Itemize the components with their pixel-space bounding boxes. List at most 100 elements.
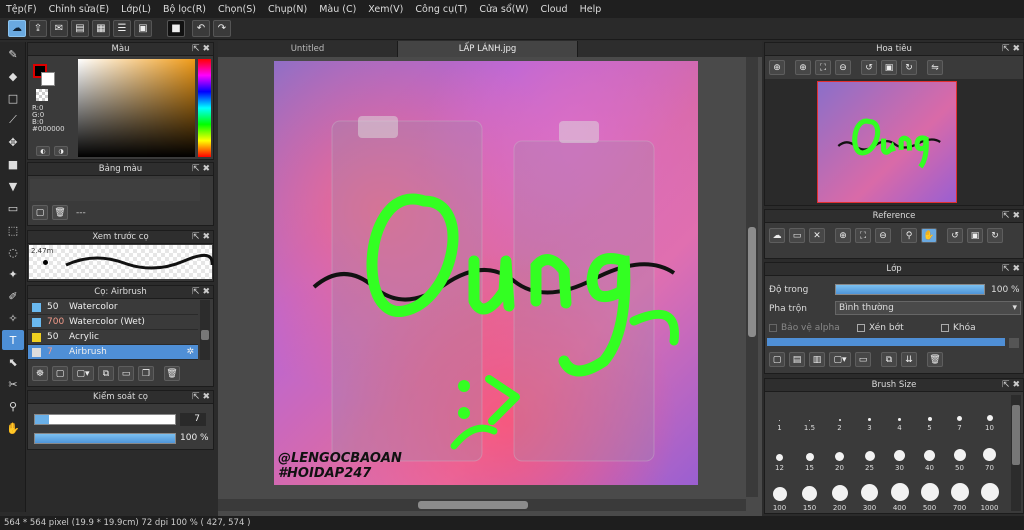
select-eraser-icon[interactable]: ✧ (2, 308, 24, 328)
brush-size-option[interactable]: 5 (917, 392, 942, 432)
redo-icon[interactable]: ↷ (213, 20, 231, 37)
dark-icon[interactable]: ■ (167, 20, 185, 37)
layer-list-scrollbar[interactable] (1009, 338, 1019, 348)
hue-slider[interactable] (198, 59, 211, 157)
menu-item-1[interactable]: Chỉnh sửa(E) (43, 4, 116, 15)
comment-icon[interactable]: ▤ (71, 20, 89, 37)
new-brush-icon[interactable]: ▢ (52, 366, 68, 381)
brush-size-option[interactable]: 1000 (977, 472, 1002, 512)
brush-tool-icon[interactable]: ⟋ (2, 110, 24, 130)
fit-icon[interactable]: ⛶ (815, 60, 831, 75)
add-brush-icon[interactable]: ▢▾ (72, 366, 94, 381)
zoom-out-icon[interactable]: ⊖ (835, 60, 851, 75)
select-rect-icon[interactable]: □ (2, 88, 24, 108)
tab-lap-lanh[interactable]: LẤP LÁNH.jpg (398, 41, 578, 57)
rotate-left-icon[interactable]: ↺ (947, 228, 963, 243)
navigator-thumbnail[interactable] (817, 81, 957, 203)
menu-item-5[interactable]: Chụp(N) (262, 4, 313, 15)
bg-color-swatch[interactable] (41, 72, 55, 86)
duplicate-layer-icon[interactable]: ⧉ (881, 352, 897, 367)
select-pen-icon[interactable]: ✐ (2, 286, 24, 306)
artwork-canvas[interactable]: @LENGOCBAOAN #HOIDAP247 (274, 61, 698, 485)
layer-list[interactable] (767, 338, 1005, 346)
new-layer-icon[interactable]: ▢ (769, 352, 785, 367)
document-icon[interactable]: ▦ (92, 20, 110, 37)
brush-item-watercolor-wet[interactable]: 700 Watercolor (Wet) (28, 315, 198, 330)
menu-item-6[interactable]: Màu (C) (313, 4, 362, 15)
color-reset-button[interactable]: ◑ (54, 146, 68, 156)
new-layer-1bit-icon[interactable]: ▥ (809, 352, 825, 367)
add-layer-menu-icon[interactable]: ▢▾ (829, 352, 851, 367)
blend-mode-select[interactable]: Bình thường ▾ (835, 301, 1021, 315)
zoom-out-icon[interactable]: ⊖ (875, 228, 891, 243)
menu-item-7[interactable]: Xem(V) (362, 4, 409, 15)
brush-item-airbrush[interactable]: 7 Airbrush ✲ (28, 345, 198, 360)
eraser-tool-icon[interactable]: ◆ (2, 66, 24, 86)
brush-size-option[interactable]: 40 (917, 432, 942, 472)
trash-icon[interactable]: 🗑 (52, 205, 68, 220)
flip-icon[interactable]: ⇋ (927, 60, 943, 75)
menu-item-3[interactable]: Bộ lọc(R) (157, 4, 212, 15)
gradient-tool-icon[interactable]: ▭ (2, 198, 24, 218)
undo-icon[interactable]: ↶ (192, 20, 210, 37)
trash-icon[interactable]: 🗑 (927, 352, 943, 367)
folder-icon[interactable]: ▭ (789, 228, 805, 243)
brush-size-option[interactable]: 100 (767, 472, 792, 512)
move-tool-icon[interactable]: ✥ (2, 132, 24, 152)
brush-size-option[interactable]: 70 (977, 432, 1002, 472)
brush-copy-icon[interactable]: ⧉ (98, 366, 114, 381)
brush-size-option[interactable]: 30 (887, 432, 912, 472)
color-mode-button[interactable]: ◐ (36, 146, 50, 156)
brush-size-option[interactable]: 400 (887, 472, 912, 512)
brush-size-option[interactable]: 200 (827, 472, 852, 512)
brush-size-option[interactable]: 4 (887, 392, 912, 432)
brush-size-option[interactable]: 1 (767, 392, 792, 432)
transparent-swatch[interactable] (36, 89, 48, 101)
brush-size-option[interactable]: 10 (977, 392, 1002, 432)
menu-item-11[interactable]: Help (574, 4, 608, 15)
eyedropper-icon[interactable]: ⚲ (901, 228, 917, 243)
brush-size-option[interactable]: 300 (857, 472, 882, 512)
divide-tool-icon[interactable]: ✂ (2, 374, 24, 394)
brush-size-option[interactable]: 7 (947, 392, 972, 432)
brush-size-value[interactable]: 7 (180, 413, 206, 426)
brush-size-option[interactable]: 15 (797, 432, 822, 472)
brush-size-option[interactable]: 700 (947, 472, 972, 512)
hand-icon[interactable]: ✋ (921, 228, 937, 243)
reset-view-icon[interactable]: ▣ (967, 228, 983, 243)
folder-icon[interactable]: ▭ (118, 366, 134, 381)
menu-item-8[interactable]: Công cụ(T) (409, 4, 473, 15)
cloud-icon[interactable]: ☁ (769, 228, 785, 243)
palette-area[interactable] (30, 179, 200, 201)
share-icon[interactable]: ⇪ (29, 20, 47, 37)
eyedropper-icon[interactable]: ⚲ (2, 396, 24, 416)
chat-icon[interactable]: ✉ (50, 20, 68, 37)
canvas-vscroll[interactable] (746, 57, 758, 497)
brush-size-option[interactable]: 3 (857, 392, 882, 432)
menu-item-9[interactable]: Cửa sổ(W) (473, 4, 534, 15)
grid-icon[interactable]: ▣ (134, 20, 152, 37)
brush-size-option[interactable]: 50 (947, 432, 972, 472)
menu-item-2[interactable]: Lớp(L) (115, 4, 157, 15)
brush-opacity-slider[interactable] (34, 433, 176, 444)
brush-size-option[interactable]: 20 (827, 432, 852, 472)
bucket-tool-icon[interactable]: ▼ (2, 176, 24, 196)
layer-opacity-slider[interactable] (835, 284, 985, 295)
brush-item-watercolor[interactable]: 50 Watercolor (28, 300, 198, 315)
brush-settings-icon[interactable]: ☸ (32, 366, 48, 381)
text-tool-icon[interactable]: T (2, 330, 24, 350)
lasso-tool-icon[interactable]: ◌ (2, 242, 24, 262)
gear-icon[interactable]: ✲ (186, 347, 194, 357)
close-icon[interactable]: ✕ (809, 228, 825, 243)
lock-checkbox[interactable]: Khóa (941, 323, 976, 333)
magic-wand-icon[interactable]: ✦ (2, 264, 24, 284)
rotate-left-icon[interactable]: ↺ (861, 60, 877, 75)
pen-tool-icon[interactable]: ✎ (2, 44, 24, 64)
merge-layer-icon[interactable]: ⇊ (901, 352, 917, 367)
fit-icon[interactable]: ⛶ (855, 228, 871, 243)
hand-tool-icon[interactable]: ✋ (2, 418, 24, 438)
folder-icon[interactable]: ▭ (855, 352, 871, 367)
reset-view-icon[interactable]: ▣ (881, 60, 897, 75)
brush-list-scrollbar[interactable] (200, 300, 210, 360)
brush-size-option[interactable]: 500 (917, 472, 942, 512)
